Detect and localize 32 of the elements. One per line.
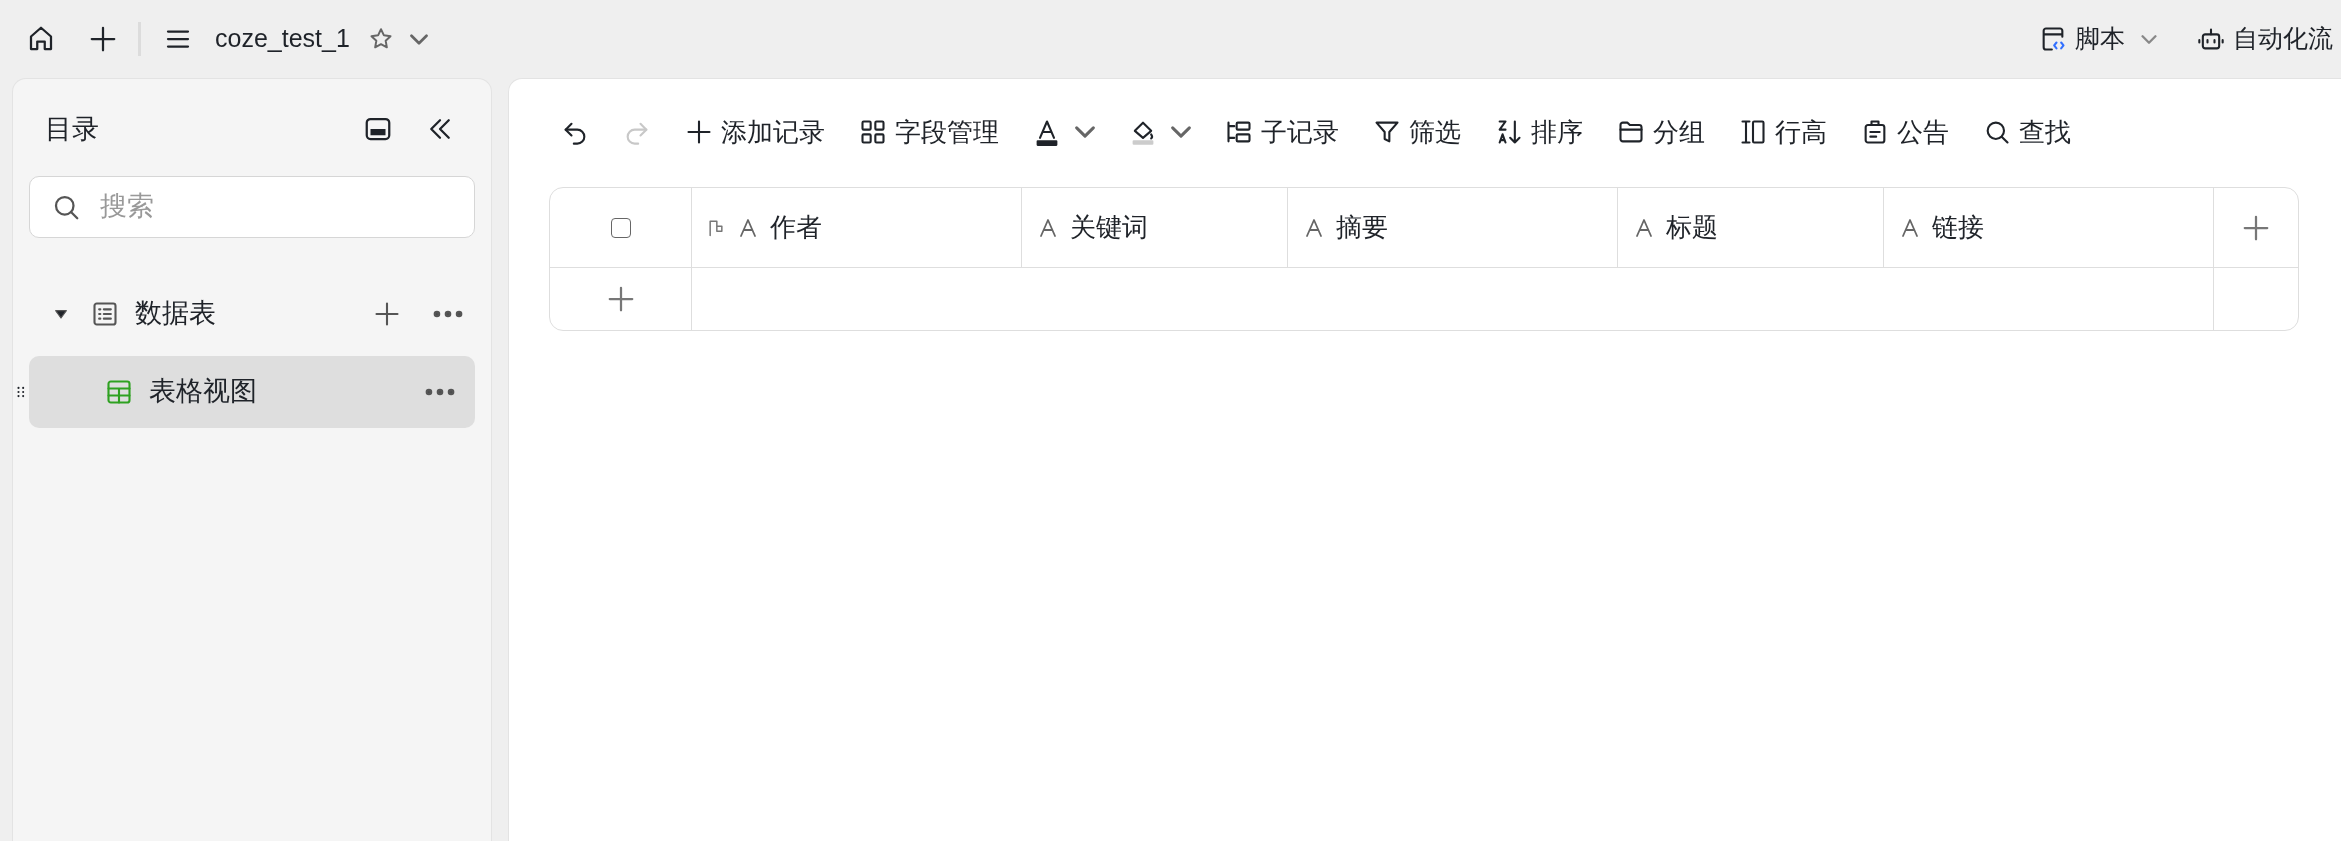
list-icon (91, 299, 119, 328)
search-field[interactable]: 搜索 (29, 175, 475, 238)
document-title[interactable]: coze_test_1 (205, 20, 360, 58)
column-header[interactable]: 标题 (1618, 188, 1884, 267)
add-record-button[interactable]: 添加记录 (673, 112, 837, 152)
grid-icon (859, 118, 887, 146)
select-all-checkbox[interactable] (610, 217, 631, 238)
automation-button[interactable]: 自动化流 (2189, 20, 2341, 58)
filter-button[interactable]: 筛选 (1361, 112, 1473, 152)
script-button[interactable]: 脚本 (2031, 20, 2165, 58)
row-height-button[interactable]: 行高 (1727, 112, 1839, 152)
plus-icon (88, 24, 118, 54)
find-button[interactable]: 查找 (1971, 112, 2083, 152)
row-height-icon (1739, 118, 1767, 146)
sidebar-title: 目录 (44, 113, 100, 146)
tree-item[interactable]: 数据表 (29, 287, 475, 340)
sort-button[interactable]: 排序 (1483, 112, 1595, 152)
column-header[interactable]: 关键词 (1022, 188, 1288, 267)
column-header[interactable]: 作者 (692, 188, 1022, 267)
table-icon (105, 377, 133, 406)
chevron-down-icon (1171, 126, 1191, 138)
chevron-down-icon (1075, 126, 1095, 138)
field-manage-button[interactable]: 字段管理 (847, 112, 1011, 152)
more-icon (433, 309, 463, 318)
column-header[interactable]: 链接 (1884, 188, 2214, 267)
more-icon (425, 387, 455, 396)
chevron-down-icon (409, 33, 428, 45)
group-button[interactable]: 分组 (1605, 112, 1717, 152)
subrecord-button[interactable]: 子记录 (1213, 112, 1351, 152)
column-header[interactable]: 摘要 (1288, 188, 1618, 267)
notice-button[interactable]: 公告 (1849, 112, 1961, 152)
plus-icon (685, 118, 713, 146)
